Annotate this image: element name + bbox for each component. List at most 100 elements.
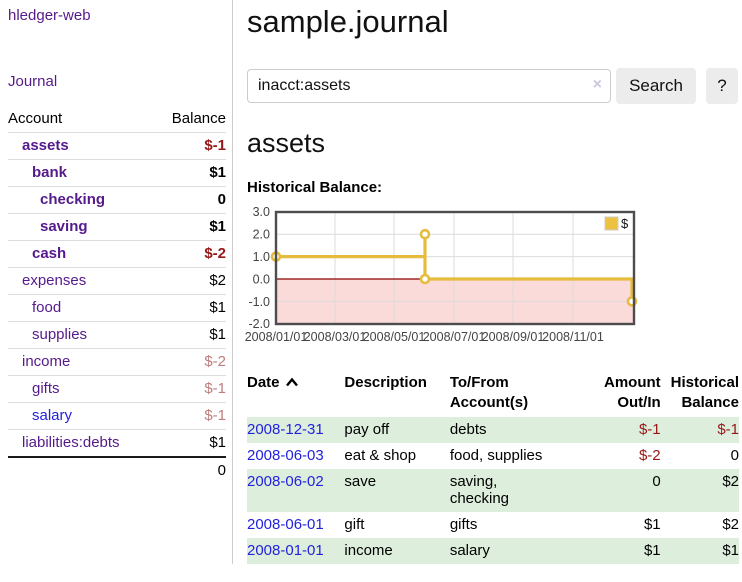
register-row: 2008-06-01 gift gifts $1 $2 xyxy=(247,512,739,538)
transaction-amount: $1 xyxy=(590,512,660,538)
transaction-accounts: gifts xyxy=(450,512,591,538)
transaction-date-link[interactable]: 2008-06-03 xyxy=(247,447,324,464)
account-balance: $2 xyxy=(155,268,226,295)
account-link-bank[interactable]: bank xyxy=(32,164,67,181)
accounts-header-row: Account Balance xyxy=(8,106,226,133)
transaction-description: pay off xyxy=(344,417,449,443)
register-row: 2008-01-01 income salary $1 $1 xyxy=(247,538,739,564)
svg-text:-2.0: -2.0 xyxy=(248,317,270,331)
transaction-balance: $2 xyxy=(661,512,739,538)
svg-text:3.0: 3.0 xyxy=(253,205,270,219)
register-table: Date Description To/From Account(s) Amou… xyxy=(247,370,739,564)
svg-text:2008/07/01: 2008/07/01 xyxy=(423,330,486,344)
clear-search-icon[interactable]: × xyxy=(593,76,602,94)
account-balance: $1 xyxy=(155,160,226,187)
transaction-description: income xyxy=(344,538,449,564)
transaction-amount: $-1 xyxy=(590,417,660,443)
transaction-accounts: salary xyxy=(450,538,591,564)
page: hledger-web Journal Account Balance asse… xyxy=(0,0,742,564)
register-header-row: Date Description To/From Account(s) Amou… xyxy=(247,370,739,417)
legend-label: $ xyxy=(621,216,629,231)
account-link-assets[interactable]: assets xyxy=(22,137,69,154)
search-bar: × Search ? xyxy=(247,68,739,104)
sort-ascending-icon xyxy=(285,373,299,393)
sidebar: hledger-web Journal Account Balance asse… xyxy=(0,0,233,564)
svg-text:2008/03/01: 2008/03/01 xyxy=(304,330,367,344)
transaction-description: gift xyxy=(344,512,449,538)
transaction-date-link[interactable]: 2008-01-01 xyxy=(247,542,324,559)
register-row: 2008-12-31 pay off debts $-1 $-1 xyxy=(247,417,739,443)
account-balance: $1 xyxy=(155,295,226,322)
transaction-accounts: saving, checking xyxy=(450,469,591,512)
transaction-date-link[interactable]: 2008-06-01 xyxy=(247,516,324,533)
account-link-expenses[interactable]: expenses xyxy=(22,272,86,289)
transaction-accounts: debts xyxy=(450,417,591,443)
register-row: 2008-06-02 save saving, checking 0 $2 xyxy=(247,469,739,512)
register-col-date[interactable]: Date xyxy=(247,370,344,417)
account-balance: $1 xyxy=(155,430,226,458)
accounts-col-balance: Balance xyxy=(155,106,226,133)
account-link-checking[interactable]: checking xyxy=(40,191,105,208)
register-row: 2008-06-03 eat & shop food, supplies $-2… xyxy=(247,443,739,469)
account-balance: $-1 xyxy=(155,403,226,430)
balance-chart: $ 3.0 2.0 1.0 0.0 -1.0 -2.0 2008/01/01 2… xyxy=(239,203,739,354)
account-row: assets $-1 xyxy=(8,133,226,160)
transaction-date-link[interactable]: 2008-06-02 xyxy=(247,473,324,490)
account-row: expenses $2 xyxy=(8,268,226,295)
account-balance: $-1 xyxy=(155,376,226,403)
account-balance: $-1 xyxy=(155,133,226,160)
transaction-accounts: food, supplies xyxy=(450,443,591,469)
x-axis-ticks: 2008/01/01 2008/03/01 2008/05/01 2008/07… xyxy=(245,330,604,344)
svg-text:-1.0: -1.0 xyxy=(248,295,270,309)
svg-text:1.0: 1.0 xyxy=(253,250,270,264)
transaction-amount: $1 xyxy=(590,538,660,564)
transaction-balance: 0 xyxy=(661,443,739,469)
account-link-supplies[interactable]: supplies xyxy=(32,326,87,343)
balance-chart-svg: $ 3.0 2.0 1.0 0.0 -1.0 -2.0 2008/01/01 2… xyxy=(239,203,739,349)
account-balance: $1 xyxy=(155,214,226,241)
register-col-balance: Historical Balance xyxy=(661,370,739,417)
svg-text:2008/01/01: 2008/01/01 xyxy=(245,330,308,344)
account-balance: 0 xyxy=(155,187,226,214)
svg-text:0.0: 0.0 xyxy=(253,273,270,287)
date-header-label: Date xyxy=(247,374,280,391)
account-balance: $1 xyxy=(155,322,226,349)
register-col-amount: Amount Out/In xyxy=(590,370,660,417)
accounts-col-account: Account xyxy=(8,106,155,133)
register-col-description: Description xyxy=(344,370,449,417)
brand-link[interactable]: hledger-web xyxy=(8,7,224,24)
account-row: food $1 xyxy=(8,295,226,322)
svg-text:2008/09/01: 2008/09/01 xyxy=(482,330,545,344)
account-row: gifts $-1 xyxy=(8,376,226,403)
account-row: liabilities:debts $1 xyxy=(8,430,226,458)
chart-title: Historical Balance: xyxy=(247,179,739,196)
search-input[interactable] xyxy=(247,69,611,103)
account-balance: $-2 xyxy=(155,349,226,376)
svg-text:2.0: 2.0 xyxy=(253,228,270,242)
account-link-gifts[interactable]: gifts xyxy=(32,380,60,397)
page-title: sample.journal xyxy=(247,4,739,40)
accounts-table: Account Balance assets $-1 bank $1 check… xyxy=(8,106,226,484)
sidebar-item-journal[interactable]: Journal xyxy=(8,73,224,90)
accounts-total-value: 0 xyxy=(155,457,226,484)
y-axis-ticks: 3.0 2.0 1.0 0.0 -1.0 -2.0 xyxy=(248,205,270,331)
account-row: income $-2 xyxy=(8,349,226,376)
account-link-cash[interactable]: cash xyxy=(32,245,66,262)
account-row: cash $-2 xyxy=(8,241,226,268)
account-link-saving[interactable]: saving xyxy=(40,218,88,235)
account-link-salary[interactable]: salary xyxy=(32,407,72,424)
account-row: saving $1 xyxy=(8,214,226,241)
transaction-amount: $-2 xyxy=(590,443,660,469)
account-link-food[interactable]: food xyxy=(32,299,61,316)
account-row: salary $-1 xyxy=(8,403,226,430)
transaction-balance: $-1 xyxy=(661,417,739,443)
transaction-date-link[interactable]: 2008-12-31 xyxy=(247,421,324,438)
transaction-amount: 0 xyxy=(590,469,660,512)
search-button[interactable]: Search xyxy=(616,68,696,104)
svg-text:2008/05/01: 2008/05/01 xyxy=(363,330,426,344)
legend-swatch xyxy=(605,217,618,230)
account-link-liabilities-debts[interactable]: liabilities:debts xyxy=(22,434,120,451)
help-button[interactable]: ? xyxy=(706,68,738,104)
account-row: checking 0 xyxy=(8,187,226,214)
account-link-income[interactable]: income xyxy=(22,353,70,370)
